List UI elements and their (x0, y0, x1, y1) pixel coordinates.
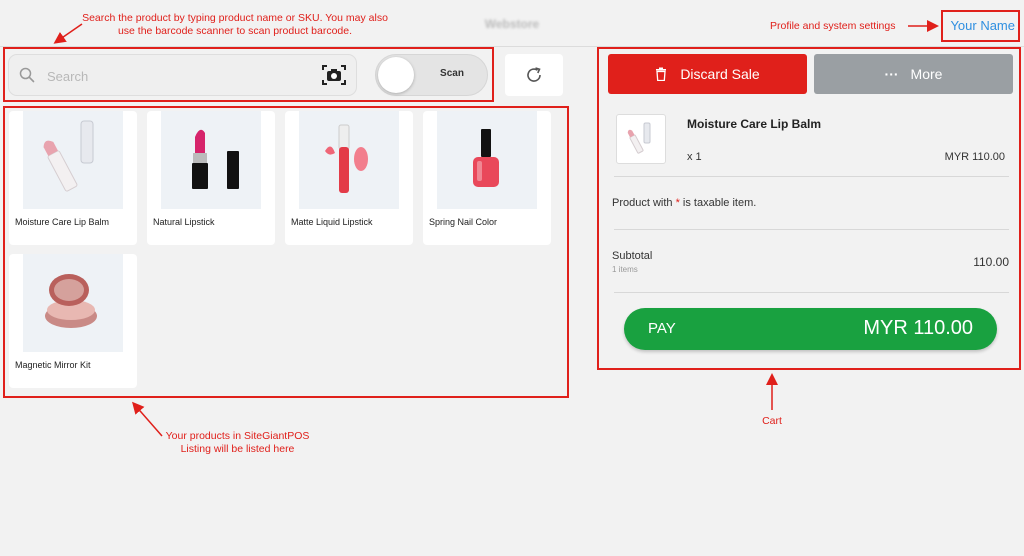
cart-highlight-box (597, 47, 1021, 370)
products-annotation: Your products in SiteGiantPOS Listing wi… (165, 430, 310, 455)
profile-annotation: Profile and system settings (770, 20, 896, 32)
search-highlight-box (3, 47, 494, 102)
search-annotation: Search the product by typing product nam… (82, 12, 388, 37)
refresh-icon (527, 67, 541, 82)
products-highlight-box (3, 106, 569, 398)
cart-annotation: Cart (762, 415, 782, 427)
profile-highlight-box (941, 10, 1020, 42)
refresh-button[interactable] (505, 54, 563, 96)
